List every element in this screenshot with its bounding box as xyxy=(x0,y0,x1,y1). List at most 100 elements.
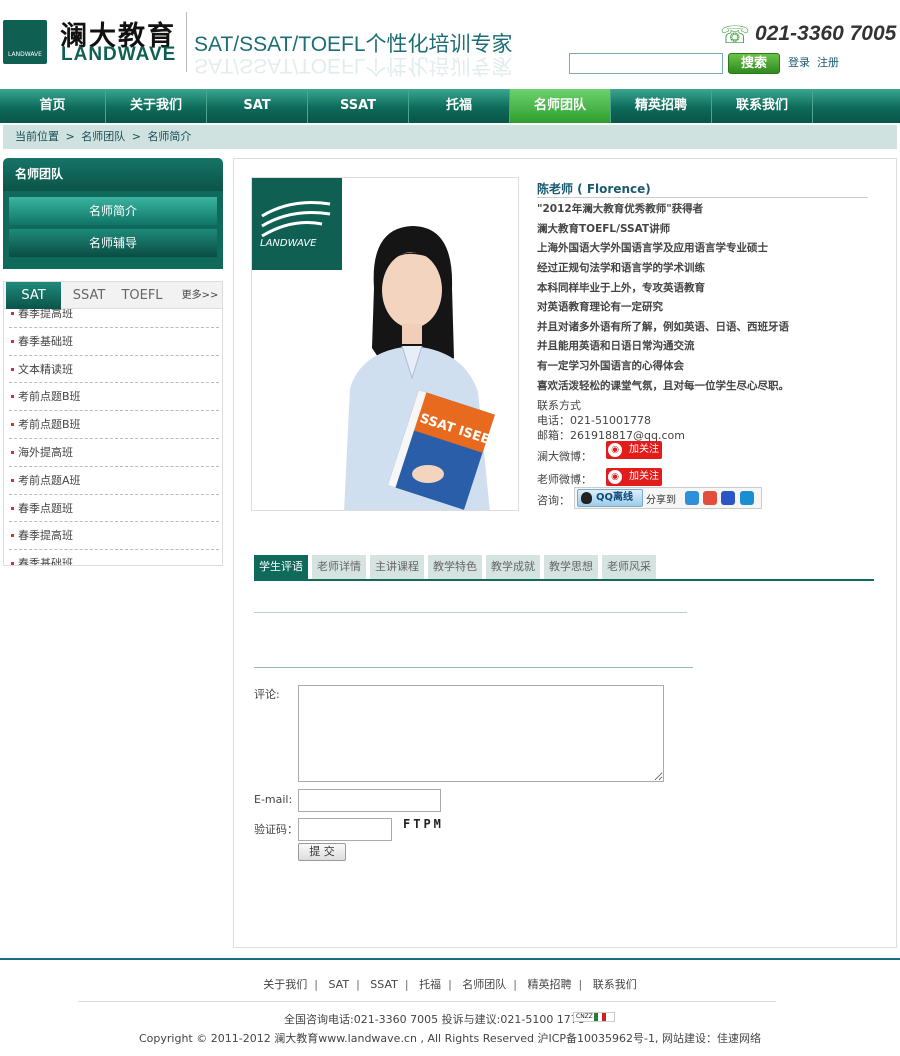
tab-philosophy[interactable]: 教学思想 xyxy=(544,555,598,579)
follow-label: 加关注 xyxy=(629,444,659,455)
weibo-icon: ◉ xyxy=(608,470,622,484)
footer-link-about[interactable]: 关于我们 xyxy=(263,978,307,991)
list-item[interactable]: 文本精读班 xyxy=(9,356,219,384)
footer-sep: | xyxy=(578,978,583,991)
teacher-tabs: 学生评语 老师详情 主讲课程 教学特色 教学成就 教学思想 老师风采 xyxy=(254,555,874,581)
sidebar-menu: 名师简介 名师辅导 xyxy=(3,191,223,269)
header-divider xyxy=(186,12,187,72)
course-list: 春季提高班 春季基础班 文本精读班 考前点题B班 考前点题B班 海外提高班 考前… xyxy=(9,309,219,565)
footer-link-teachers[interactable]: 名师团队 xyxy=(462,978,506,991)
search-input[interactable] xyxy=(569,53,723,74)
footer-sep: | xyxy=(356,978,360,991)
course-list-box: 春季提高班 春季基础班 文本精读班 考前点题B班 考前点题B班 海外提高班 考前… xyxy=(3,309,223,566)
teacher-bio-line: 并且能用英语和日语日常沟通交流 xyxy=(537,340,695,352)
course-tabs: SAT SSAT TOEFL 更多>> xyxy=(3,281,223,309)
breadcrumb-sep: > xyxy=(131,130,141,143)
photo-badge-text: LANDWAVE xyxy=(260,238,317,249)
teacher-bio-line: 有一定学习外国语言的心得体会 xyxy=(537,360,684,372)
nav-item-toefl[interactable]: 托福 xyxy=(409,89,510,123)
search-button[interactable]: 搜索 xyxy=(728,53,780,74)
list-item[interactable]: 春季点题班 xyxy=(9,495,219,523)
baidu-share-icon[interactable] xyxy=(721,491,735,505)
breadcrumb: 当前位置 > 名师团队 > 名师简介 xyxy=(3,125,897,149)
nav-item-contact[interactable]: 联系我们 xyxy=(712,89,813,123)
footer-divider xyxy=(0,958,900,960)
register-link[interactable]: 注册 xyxy=(817,54,839,70)
list-item[interactable]: 考前点题B班 xyxy=(9,411,219,439)
teacher-bio-line: 经过正规句法学和语言学的学术训练 xyxy=(537,262,705,274)
breadcrumb-teachers[interactable]: 名师团队 xyxy=(81,130,125,143)
tab-student-reviews[interactable]: 学生评语 xyxy=(254,555,308,579)
cnzz-badge[interactable]: CNZZ xyxy=(573,1012,615,1022)
main-nav: 首页 关于我们 SAT SSAT 托福 名师团队 精英招聘 联系我们 xyxy=(0,89,900,123)
email-label: E-mail: xyxy=(254,793,293,806)
qq-share-icon[interactable] xyxy=(740,491,754,505)
list-item[interactable]: 春季提高班 xyxy=(9,522,219,551)
footer-sep: | xyxy=(448,978,452,991)
list-item[interactable]: 春季基础班 xyxy=(9,328,219,356)
login-link[interactable]: 登录 xyxy=(788,54,810,70)
logo-text-en[interactable]: LANDWAVE xyxy=(61,44,176,66)
follow-label: 加关注 xyxy=(629,471,659,482)
footer-link-sat[interactable]: SAT xyxy=(328,978,349,991)
nav-item-teachers[interactable]: 名师团队 xyxy=(510,89,611,123)
teacher-bio-line: 并且对诸多外语有所了解，例如英语、日语、西班牙语 xyxy=(537,321,789,333)
teacher-bio-line: 喜欢活泼轻松的课堂气氛，且对每一位学生尽心尽职。 xyxy=(537,380,789,392)
footer-nav: 关于我们 | SAT | SSAT | 托福 | 名师团队 | 精英招聘 | 联系我们 xyxy=(0,976,900,992)
teacher-bio-line: 对英语教育理论有一定研究 xyxy=(537,301,663,313)
footer-link-contact[interactable]: 联系我们 xyxy=(593,978,637,991)
nav-item-home[interactable]: 首页 xyxy=(0,89,106,123)
list-item[interactable]: 海外提高班 xyxy=(9,439,219,467)
qzone-share-icon[interactable] xyxy=(685,491,699,505)
captcha-input[interactable] xyxy=(298,818,392,841)
qq-offline-button[interactable]: QQ离线 xyxy=(577,489,643,507)
weibo-school-label: 澜大微博： xyxy=(537,450,592,463)
list-item[interactable]: 春季提高班 xyxy=(9,309,219,328)
tab-teaching-features[interactable]: 教学特色 xyxy=(428,555,482,579)
tab-teacher-details[interactable]: 老师详情 xyxy=(312,555,366,579)
share-bar: QQ离线 分享到 xyxy=(574,487,762,509)
follow-teacher-weibo-button[interactable]: ◉ 加关注 xyxy=(606,468,662,486)
tab-ssat[interactable]: SSAT xyxy=(64,282,114,309)
teacher-name: 陈老师 ( Florence) xyxy=(537,182,651,196)
logo-mark-icon[interactable]: LANDWAVE xyxy=(3,20,47,64)
copyright: Copyright © 2011-2012 澜大教育www.landwave.c… xyxy=(139,1032,761,1045)
tab-achievements[interactable]: 教学成就 xyxy=(486,555,540,579)
list-item[interactable]: 春季基础班 xyxy=(9,550,219,565)
nav-item-about[interactable]: 关于我们 xyxy=(106,89,207,123)
email-field[interactable] xyxy=(298,789,441,812)
more-link[interactable]: 更多>> xyxy=(178,282,222,309)
weibo-teacher-label: 老师微博： xyxy=(537,473,592,486)
footer-link-careers[interactable]: 精英招聘 xyxy=(528,978,572,991)
nav-item-sat[interactable]: SAT xyxy=(207,89,308,123)
footer-link-toefl[interactable]: 托福 xyxy=(419,978,441,991)
breadcrumb-sep: > xyxy=(65,130,75,143)
teacher-photo-illustration: LANDWAVE SSAT ISEE xyxy=(252,178,495,510)
submit-button[interactable]: 提 交 xyxy=(298,843,346,861)
list-item[interactable]: 考前点题B班 xyxy=(9,383,219,412)
breadcrumb-current[interactable]: 名师简介 xyxy=(147,130,191,143)
breadcrumb-label: 当前位置 xyxy=(15,130,59,143)
teacher-bio-line: 澜大教育TOEFL/SSAT讲师 xyxy=(537,223,671,235)
tab-gallery[interactable]: 老师风采 xyxy=(602,555,656,579)
nav-item-careers[interactable]: 精英招聘 xyxy=(611,89,712,123)
list-item[interactable]: 考前点题A班 xyxy=(9,467,219,495)
tab-toefl[interactable]: TOEFL xyxy=(117,282,167,309)
comment-textarea[interactable] xyxy=(298,685,664,782)
captcha-image[interactable]: FTPM xyxy=(403,817,444,831)
sidebar-title: 名师团队 xyxy=(3,158,223,191)
captcha-label: 验证码： xyxy=(254,823,298,836)
divider xyxy=(254,612,687,613)
weibo-share-icon[interactable] xyxy=(703,491,717,505)
tab-courses[interactable]: 主讲课程 xyxy=(370,555,424,579)
sidebar-item-teacher-tutoring[interactable]: 名师辅导 xyxy=(9,229,217,257)
comment-label: 评论: xyxy=(254,688,280,701)
sidebar-item-teacher-intro[interactable]: 名师简介 xyxy=(9,197,217,225)
phone-icon: ☏ xyxy=(720,21,751,49)
tab-sat[interactable]: SAT xyxy=(6,282,61,309)
nav-item-ssat[interactable]: SSAT xyxy=(308,89,409,123)
follow-school-weibo-button[interactable]: ◉ 加关注 xyxy=(606,441,662,459)
footer-link-ssat[interactable]: SSAT xyxy=(370,978,398,991)
footer-sep: | xyxy=(404,978,409,991)
name-underline xyxy=(537,197,868,198)
